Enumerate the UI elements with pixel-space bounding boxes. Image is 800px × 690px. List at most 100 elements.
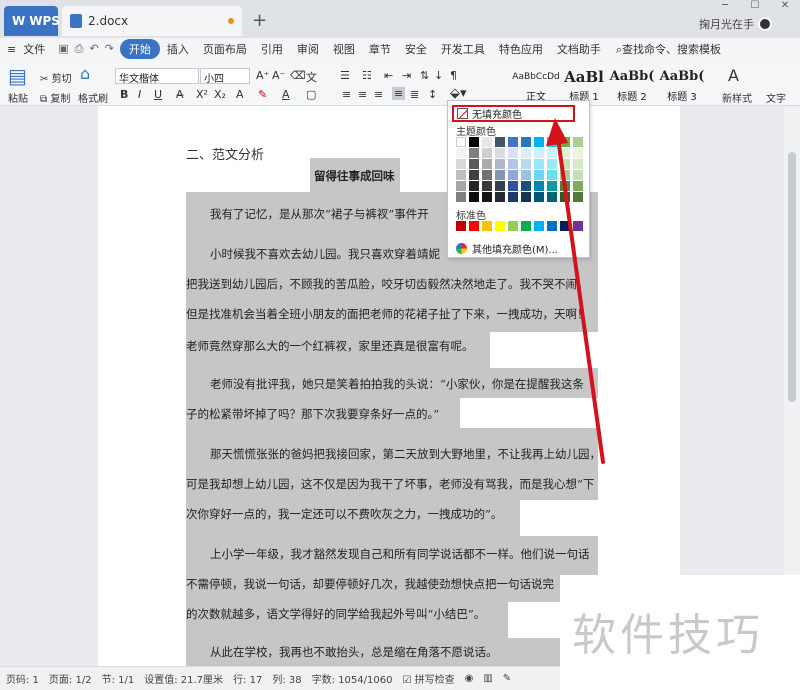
theme-color-swatch[interactable]	[534, 148, 544, 158]
theme-color-swatch[interactable]	[560, 159, 570, 169]
theme-color-swatch[interactable]	[482, 192, 492, 202]
maximize-icon[interactable]: ☐	[740, 0, 770, 14]
theme-color-swatch[interactable]	[508, 137, 518, 147]
standard-color-swatch[interactable]	[482, 221, 492, 231]
theme-color-swatch[interactable]	[456, 148, 466, 158]
theme-color-swatch[interactable]	[456, 181, 466, 191]
standard-color-swatch[interactable]	[521, 221, 531, 231]
menu-item-developer[interactable]: 开发工具	[434, 41, 492, 57]
line-spacing-icon[interactable]: ↕	[428, 88, 437, 101]
tab-document[interactable]: 2.docx	[62, 6, 242, 36]
style-heading-3[interactable]: AaBb( 标题 3	[658, 66, 706, 102]
theme-color-swatch[interactable]	[547, 159, 557, 169]
theme-color-swatch[interactable]	[534, 192, 544, 202]
theme-color-swatch[interactable]	[456, 170, 466, 180]
theme-color-swatch[interactable]	[469, 159, 479, 169]
theme-color-swatch[interactable]	[482, 181, 492, 191]
hamburger-menu-icon[interactable]: ≡	[0, 43, 23, 56]
paste-icon[interactable]: ▤	[8, 64, 27, 88]
minimize-icon[interactable]: ─	[710, 0, 740, 14]
theme-color-swatch[interactable]	[469, 148, 479, 158]
theme-color-swatch[interactable]	[547, 181, 557, 191]
font-color-icon[interactable]: A	[282, 88, 290, 101]
highlight-icon[interactable]: ✎	[258, 88, 267, 101]
status-pages[interactable]: 页面: 1/2	[49, 671, 92, 686]
theme-color-swatch[interactable]	[495, 192, 505, 202]
chinese-layout-icon[interactable]: ⇅	[420, 69, 429, 82]
scrollbar-thumb[interactable]	[788, 152, 796, 402]
italic-icon[interactable]: I	[138, 88, 141, 101]
font-name-select[interactable]: 华文楷体	[115, 68, 199, 85]
menu-item-view[interactable]: 视图	[326, 41, 362, 57]
standard-color-swatch[interactable]	[547, 221, 557, 231]
menu-item-references[interactable]: 引用	[254, 41, 290, 57]
paste-button[interactable]: 粘贴	[8, 90, 28, 105]
theme-color-swatch[interactable]	[456, 159, 466, 169]
no-fill-option[interactable]: 无填充颜色	[452, 105, 575, 122]
theme-color-swatch[interactable]	[573, 148, 583, 158]
theme-color-swatch[interactable]	[495, 170, 505, 180]
menu-item-security[interactable]: 安全	[398, 41, 434, 57]
theme-color-swatch[interactable]	[534, 137, 544, 147]
style-normal[interactable]: AaBbCcDd 正文	[512, 66, 560, 103]
theme-color-swatch[interactable]	[573, 159, 583, 169]
menu-item-assistant[interactable]: 文档助手	[550, 41, 608, 57]
new-tab-button[interactable]: +	[252, 10, 267, 31]
theme-color-swatch[interactable]	[521, 148, 531, 158]
theme-color-swatch[interactable]	[573, 170, 583, 180]
edit-view-icon[interactable]: ✎	[503, 673, 511, 684]
status-word-count[interactable]: 字数: 1054/1060	[312, 671, 393, 686]
theme-color-swatch[interactable]	[495, 181, 505, 191]
theme-color-swatch[interactable]	[495, 137, 505, 147]
theme-color-swatch[interactable]	[495, 159, 505, 169]
new-style-icon[interactable]: A	[728, 66, 739, 85]
theme-color-swatch[interactable]	[547, 148, 557, 158]
new-style-button[interactable]: 新样式	[722, 90, 752, 105]
menu-item-layout[interactable]: 页面布局	[196, 41, 254, 57]
theme-color-swatch[interactable]	[508, 181, 518, 191]
theme-color-swatch[interactable]	[508, 170, 518, 180]
shading-icon[interactable]: ⬙▾	[450, 86, 467, 101]
theme-color-swatch[interactable]	[573, 181, 583, 191]
char-border-icon[interactable]: ▢	[306, 88, 316, 101]
theme-color-swatch[interactable]	[521, 181, 531, 191]
cut-button[interactable]: ✂ 剪切	[40, 70, 72, 85]
standard-color-swatch[interactable]	[560, 221, 570, 231]
theme-color-swatch[interactable]	[495, 148, 505, 158]
theme-color-swatch[interactable]	[560, 181, 570, 191]
standard-color-swatch[interactable]	[469, 221, 479, 231]
theme-color-swatch[interactable]	[508, 192, 518, 202]
command-search[interactable]: ⌕查找命令、搜索模板	[616, 41, 721, 57]
theme-color-swatch[interactable]	[521, 159, 531, 169]
theme-color-swatch[interactable]	[521, 170, 531, 180]
theme-color-swatch[interactable]	[560, 192, 570, 202]
theme-color-swatch[interactable]	[482, 148, 492, 158]
format-painter-button[interactable]: 格式刷	[78, 90, 108, 105]
copy-button[interactable]: ⧉ 复制	[40, 90, 70, 105]
theme-color-swatch[interactable]	[521, 192, 531, 202]
shrink-font-icon[interactable]: A⁻	[272, 69, 285, 82]
text-effect-icon[interactable]: A	[236, 88, 244, 101]
theme-color-swatch[interactable]	[547, 170, 557, 180]
theme-color-swatch[interactable]	[482, 170, 492, 180]
menu-item-section[interactable]: 章节	[362, 41, 398, 57]
theme-color-swatch[interactable]	[521, 137, 531, 147]
spell-check-toggle[interactable]: ☑ 拼写检查	[402, 671, 454, 686]
menu-item-features[interactable]: 特色应用	[492, 41, 550, 57]
menu-file[interactable]: 文件	[23, 41, 52, 57]
indent-icon[interactable]: ⇥	[402, 69, 411, 82]
print-icon[interactable]: ⎙	[75, 42, 84, 56]
theme-color-swatch[interactable]	[482, 159, 492, 169]
theme-color-swatch[interactable]	[456, 192, 466, 202]
pinyin-icon[interactable]: 文	[306, 69, 317, 85]
theme-color-swatch[interactable]	[560, 148, 570, 158]
bullets-icon[interactable]: ☰	[340, 69, 350, 82]
theme-color-swatch[interactable]	[469, 137, 479, 147]
theme-color-swatch[interactable]	[560, 170, 570, 180]
book-view-icon[interactable]: ▥	[483, 673, 492, 684]
format-painter-icon[interactable]: ⌂	[80, 64, 90, 83]
style-heading-2[interactable]: AaBb( 标题 2	[608, 66, 656, 102]
underline-icon[interactable]: U	[154, 88, 162, 101]
theme-color-swatch[interactable]	[573, 137, 583, 147]
font-size-select[interactable]: 小四	[200, 68, 250, 85]
